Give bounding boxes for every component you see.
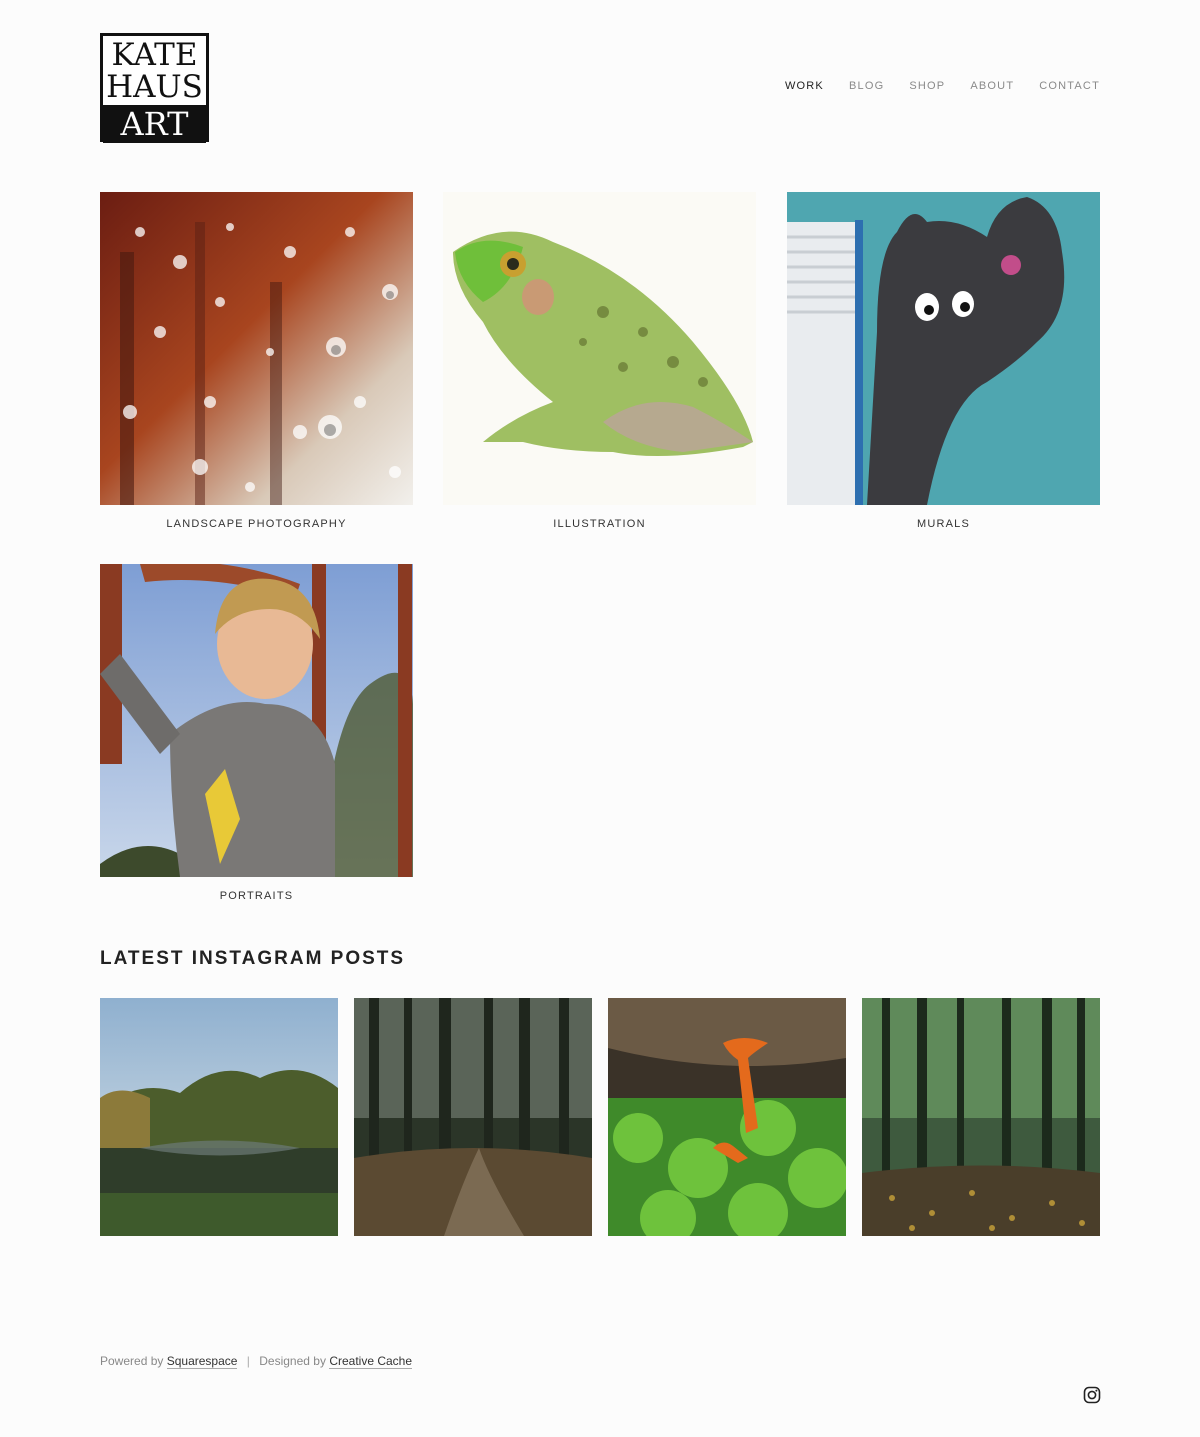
gallery-item-portraits[interactable]: PORTRAITS xyxy=(100,564,413,902)
instagram-post-3[interactable] xyxy=(608,998,846,1236)
instagram-section-title: LATEST INSTAGRAM POSTS xyxy=(100,948,406,969)
gallery-caption[interactable]: ILLUSTRATION xyxy=(443,518,756,530)
instagram-post-1[interactable] xyxy=(100,998,338,1236)
powered-by-text: Powered by xyxy=(100,1354,164,1368)
instagram-icon[interactable] xyxy=(1083,1386,1101,1404)
gallery-caption[interactable]: LANDSCAPE PHOTOGRAPHY xyxy=(100,518,413,530)
nav-about[interactable]: ABOUT xyxy=(970,80,1014,92)
gallery-item-landscape[interactable]: LANDSCAPE PHOTOGRAPHY xyxy=(100,192,413,530)
squarespace-link[interactable]: Squarespace xyxy=(166,1354,238,1369)
nav-contact[interactable]: CONTACT xyxy=(1039,80,1100,92)
main-nav: WORK BLOG SHOP ABOUT CONTACT xyxy=(785,80,1100,92)
gallery-item-murals[interactable]: MURALS xyxy=(787,192,1100,530)
designed-by-text: Designed by xyxy=(259,1354,326,1368)
illustration-thumbnail[interactable] xyxy=(443,192,756,505)
logo-line-1: KATE xyxy=(111,36,198,73)
nav-blog[interactable]: BLOG xyxy=(849,80,884,92)
portraits-thumbnail[interactable] xyxy=(100,564,413,877)
nav-work[interactable]: WORK xyxy=(785,80,824,92)
gallery-caption[interactable]: PORTRAITS xyxy=(100,890,413,902)
logo-line-2: HAUS xyxy=(106,68,203,105)
logo-line-3: ART xyxy=(120,105,189,143)
nav-shop[interactable]: SHOP xyxy=(909,80,945,92)
site-logo[interactable]: KATE HAUS ART xyxy=(100,33,209,143)
instagram-post-2[interactable] xyxy=(354,998,592,1236)
gallery-item-illustration[interactable]: ILLUSTRATION xyxy=(443,192,756,530)
footer-separator: | xyxy=(246,1354,250,1368)
site-footer: Powered by Squarespace | Designed by Cre… xyxy=(100,1354,413,1369)
creative-cache-link[interactable]: Creative Cache xyxy=(329,1354,413,1369)
gallery-caption[interactable]: MURALS xyxy=(787,518,1100,530)
landscape-photo-thumbnail[interactable] xyxy=(100,192,413,505)
murals-thumbnail[interactable] xyxy=(787,192,1100,505)
instagram-post-4[interactable] xyxy=(862,998,1100,1236)
